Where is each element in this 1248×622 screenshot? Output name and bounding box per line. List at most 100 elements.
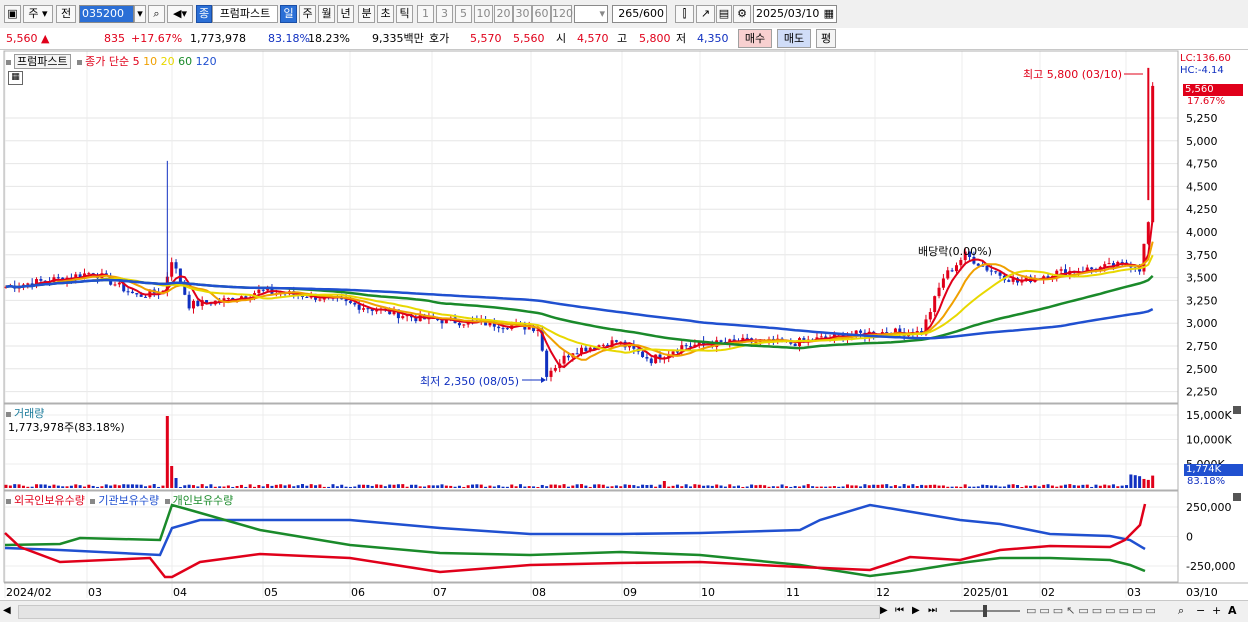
stock-tag[interactable]: 프럼파스트 [14,54,71,69]
volume-bar [536,486,540,488]
volume-bar [845,484,849,488]
scroll-right-icon[interactable]: ▶ [880,604,888,618]
sell-button[interactable]: 매도 [777,29,811,48]
interval-3-button[interactable]: 3 [436,5,453,23]
candle-body [401,316,405,319]
period-minute-button[interactable]: 분 [358,5,375,23]
volume-bar [850,485,854,488]
zoom-slider-handle[interactable] [983,605,987,617]
volume-bar [994,485,998,488]
layout-icons[interactable]: ▭▭▭↖▭▭▭▭▭▭ [1026,604,1159,617]
period-week-button[interactable]: 주 [299,5,316,23]
ma-label[interactable]: 종가 단순 [85,55,129,68]
candle-body [985,265,989,271]
volume-bar [30,486,34,488]
interval-10-button[interactable]: 10 [474,5,493,23]
volume-bar [1146,479,1150,488]
volume-bar [736,485,740,488]
search-icon[interactable]: ⌕ [148,5,165,23]
buy-button[interactable]: 매수 [738,29,772,48]
volume-bar [274,484,278,488]
stock-badge: 종 [196,5,212,23]
volume-bar [719,485,723,488]
interval-1-button[interactable]: 1 [417,5,434,23]
scroll-start-icon[interactable]: ⏮ [895,604,904,618]
window-menu-icon[interactable]: ▣ [4,5,21,23]
volume-bar [553,484,557,488]
speaker-icon[interactable]: ◀▾ [167,5,193,23]
zoom-search-icon[interactable]: ⌕ [1178,604,1184,618]
x-tick-label: 04 [173,586,187,599]
table-view-icon[interactable]: ▦ [8,71,23,85]
volume-bar [619,486,623,488]
volume-bar [139,484,143,488]
interval-60-button[interactable]: 60 [532,5,551,23]
period-month-button[interactable]: 월 [318,5,335,23]
volume-bar [170,466,174,488]
volume-bar [1016,485,1020,488]
settings-gear-icon[interactable]: ⚙ [733,5,751,23]
volume-ratio: 83.18% [268,32,310,45]
play-icon[interactable]: ▶ [912,604,920,618]
draw-tool-icon[interactable]: ↗ [696,5,715,23]
volume-bar [74,484,78,488]
prev-button[interactable]: 전 [56,5,76,23]
holder-pane-close-icon[interactable] [1233,493,1241,501]
volume-bar [13,484,17,488]
volume-bar [954,486,958,488]
market-type-select[interactable]: 주 ▾ [23,5,53,23]
volume-bar [61,486,65,488]
period-day-button[interactable]: 일 [280,5,297,23]
period-year-button[interactable]: 년 [337,5,354,23]
candle-body [950,270,954,272]
candle-body [226,298,230,300]
candle-type-icon[interactable]: ⫿ [675,5,694,23]
scroll-end-icon[interactable]: ⏭ [928,604,937,618]
individual-holder-label[interactable]: 개인보유수량 [173,494,234,507]
stock-code-input[interactable]: 035200 [79,5,134,23]
volume-bar [837,486,841,488]
volume-bar [405,486,409,488]
auto-scale-icon[interactable]: A [1228,604,1237,617]
period-second-button[interactable]: 초 [377,5,394,23]
volume-bar [1090,486,1094,488]
save-icon[interactable]: ▤ [716,5,732,23]
interval-20-button[interactable]: 20 [494,5,513,23]
stock-chart[interactable]: 5,250 5,000 4,750 4,500 4,250 4,000 3,750 3,500… [0,50,1248,601]
candle-body [994,271,998,273]
interval-30-button[interactable]: 30 [513,5,532,23]
candle-body [174,262,178,269]
volume-pct-tag: 83.18% [1187,476,1226,487]
foreign-holder-label[interactable]: 외국인보유수량 [14,494,85,507]
volume-bar [562,484,566,488]
volume-bar [1094,484,1098,488]
zoom-out-icon[interactable]: − [1196,604,1205,617]
volume-bar [989,485,993,488]
period-tick-button[interactable]: 틱 [396,5,413,23]
scroll-left-icon[interactable]: ◀ [3,604,15,618]
volume-pane-close-icon[interactable] [1233,406,1241,414]
candle-body [719,340,723,342]
volume-bar [135,484,139,488]
volume-bar [514,486,518,488]
count-field[interactable]: 265/600 [612,5,667,23]
change-percent: +17.67% [131,32,183,45]
x-right-label: 03/10 [1186,586,1218,599]
code-dropdown-icon[interactable]: ▾ [134,5,146,23]
custom-interval-select[interactable]: ▾ [574,5,608,23]
ma-line [5,218,1154,369]
candle-body [641,351,645,358]
institution-holder-label[interactable]: 기관보유수량 [98,494,159,507]
volume-bar [187,484,191,488]
interval-120-button[interactable]: 120 [551,5,573,23]
evaluate-button[interactable]: 평 [816,29,836,48]
interval-5-button[interactable]: 5 [455,5,472,23]
zoom-in-icon[interactable]: + [1212,604,1221,617]
volume-tick-label: 10,000K [1186,434,1232,447]
legend-square-icon [6,59,11,65]
horizontal-scrollbar[interactable] [18,605,880,619]
ma-line [5,278,1154,340]
date-input[interactable]: 2025/03/10 ▦ [753,5,837,23]
calendar-icon[interactable]: ▦ [824,6,834,22]
volume-bars [4,416,1155,488]
